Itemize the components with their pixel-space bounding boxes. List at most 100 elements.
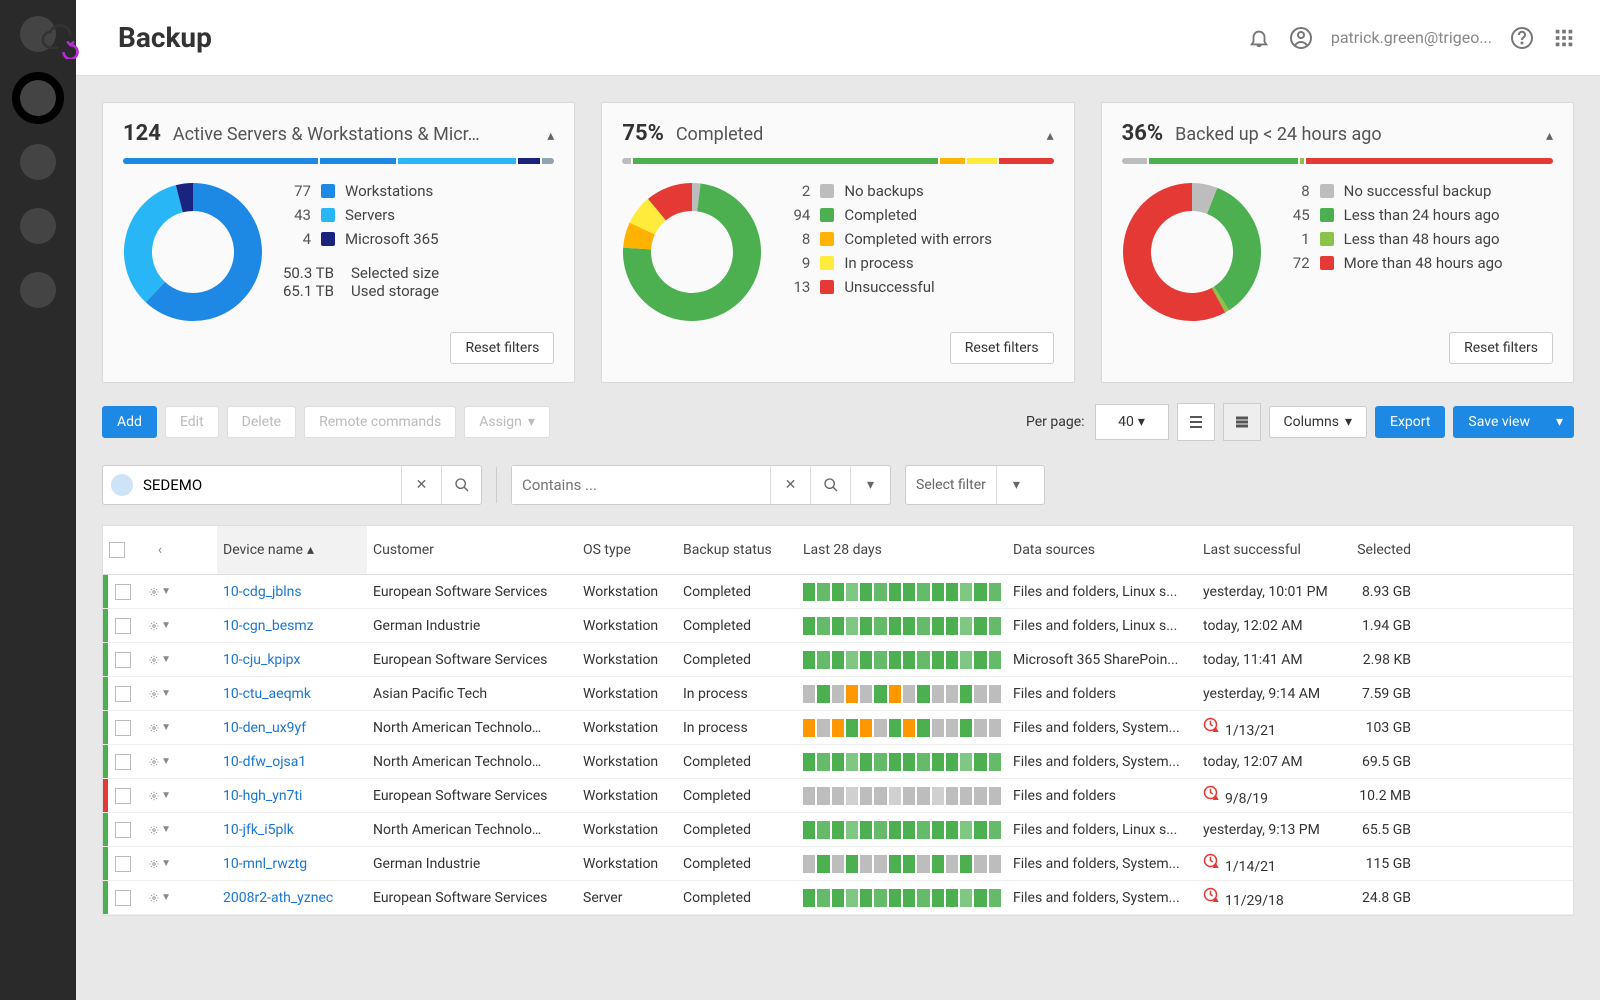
edit-button[interactable]: Edit (165, 406, 219, 438)
stale-backup-icon (1203, 853, 1221, 871)
table-row[interactable]: ▼ 10-cgn_besmz German Industrie Workstat… (103, 609, 1573, 643)
table-row[interactable]: ▼ 10-cdg_jblns European Software Service… (103, 575, 1573, 609)
row-actions-menu[interactable]: ▼ (143, 891, 177, 905)
delete-button[interactable]: Delete (227, 406, 296, 438)
remote-commands-button[interactable]: Remote commands (304, 406, 456, 438)
row-actions-menu[interactable]: ▼ (143, 755, 177, 769)
user-email[interactable]: patrick.green@trigeo... (1331, 28, 1492, 47)
row-checkbox[interactable] (115, 720, 131, 736)
col-os-type[interactable]: OS type (577, 542, 677, 558)
collapse-icon[interactable]: ▴ (1047, 128, 1054, 144)
row-checkbox[interactable] (115, 788, 131, 804)
row-checkbox[interactable] (115, 754, 131, 770)
row-checkbox[interactable] (115, 686, 131, 702)
device-name-link[interactable]: 10-hgh_yn7ti (217, 788, 367, 804)
col-backup-status[interactable]: Backup status (677, 542, 797, 558)
save-view-dropdown[interactable]: ▾ (1545, 406, 1574, 438)
card-legend: 2No backups94Completed8Completed with er… (782, 182, 992, 322)
contains-filter-input[interactable] (512, 466, 770, 504)
select-all-checkbox[interactable] (109, 542, 125, 558)
chevron-down-icon[interactable]: ▾ (850, 466, 890, 504)
density-comfortable-button[interactable] (1223, 403, 1261, 441)
select-filter[interactable]: Select filter ▾ (905, 465, 1045, 505)
device-name-link[interactable]: 10-dfw_ojsa1 (217, 754, 367, 770)
row-actions-menu[interactable]: ▼ (143, 687, 177, 701)
selected-size-cell: 69.5 GB (1337, 754, 1417, 770)
user-avatar-icon[interactable] (1289, 26, 1313, 50)
table-row[interactable]: ▼ 10-ctu_aeqmk Asian Pacific Tech Workst… (103, 677, 1573, 711)
collapse-icon[interactable]: ▴ (1546, 128, 1553, 144)
search-icon[interactable] (441, 466, 481, 504)
customer-filter-input[interactable] (133, 466, 401, 504)
table-row[interactable]: ▼ 10-dfw_ojsa1 North American Technolo… … (103, 745, 1573, 779)
row-actions-menu[interactable]: ▼ (143, 585, 177, 599)
export-button[interactable]: Export (1375, 406, 1445, 438)
collapse-icon[interactable]: ▴ (547, 128, 554, 144)
col-last-successful[interactable]: Last successful (1197, 542, 1337, 558)
help-icon[interactable] (1510, 26, 1534, 50)
nav-item-5[interactable] (20, 272, 56, 308)
nav-item-2[interactable] (20, 80, 56, 116)
card-title: Backed up < 24 hours ago (1175, 124, 1534, 145)
row-checkbox[interactable] (115, 856, 131, 872)
row-actions-menu[interactable]: ▼ (143, 823, 177, 837)
row-checkbox[interactable] (115, 652, 131, 668)
device-name-link[interactable]: 10-cju_kpipx (217, 652, 367, 668)
clear-icon[interactable]: ✕ (401, 466, 441, 504)
table-row[interactable]: ▼ 10-hgh_yn7ti European Software Service… (103, 779, 1573, 813)
device-name-link[interactable]: 10-ctu_aeqmk (217, 686, 367, 702)
col-data-sources[interactable]: Data sources (1007, 542, 1197, 558)
chevron-down-icon[interactable]: ▾ (996, 466, 1036, 504)
reset-filters-button[interactable]: Reset filters (950, 332, 1054, 364)
customer-cell: European Software Services (367, 890, 577, 906)
customer-cell: European Software Services (367, 788, 577, 804)
col-last-28-days[interactable]: Last 28 days (797, 542, 1007, 558)
row-actions-menu[interactable]: ▼ (143, 619, 177, 633)
selected-size-cell: 65.5 GB (1337, 822, 1417, 838)
stale-backup-icon (1203, 785, 1221, 803)
col-device-name[interactable]: Device name ▴ (217, 526, 367, 574)
save-view-button[interactable]: Save view (1453, 406, 1545, 438)
device-name-link[interactable]: 10-jfk_i5plk (217, 822, 367, 838)
row-actions-menu[interactable]: ▼ (143, 721, 177, 735)
search-icon[interactable] (810, 466, 850, 504)
device-name-link[interactable]: 10-mnl_rwztg (217, 856, 367, 872)
nav-item-3[interactable] (20, 144, 56, 180)
os-type-cell: Workstation (577, 618, 677, 634)
stale-backup-icon (1203, 887, 1221, 905)
last-successful-cell: 11/29/18 (1197, 887, 1337, 909)
bell-icon[interactable] (1247, 26, 1271, 50)
table-row[interactable]: ▼ 10-cju_kpipx European Software Service… (103, 643, 1573, 677)
clear-icon[interactable]: ✕ (770, 466, 810, 504)
density-compact-button[interactable] (1177, 403, 1215, 441)
table-row[interactable]: ▼ 10-mnl_rwztg German Industrie Workstat… (103, 847, 1573, 881)
device-name-link[interactable]: 10-cdg_jblns (217, 584, 367, 600)
table-row[interactable]: ▼ 10-jfk_i5plk North American Technolo… … (103, 813, 1573, 847)
row-checkbox[interactable] (115, 584, 131, 600)
card-progress-bar (622, 158, 1053, 164)
device-name-link[interactable]: 10-den_ux9yf (217, 720, 367, 736)
device-name-link[interactable]: 2008r2-ath_yznec (217, 890, 367, 906)
row-checkbox[interactable] (115, 890, 131, 906)
reset-filters-button[interactable]: Reset filters (450, 332, 554, 364)
row-actions-menu[interactable]: ▼ (143, 653, 177, 667)
prev-column-icon[interactable]: ‹ (143, 542, 177, 558)
row-actions-menu[interactable]: ▼ (143, 857, 177, 871)
add-button[interactable]: Add (102, 406, 157, 438)
per-page-select[interactable]: 40▾ (1095, 404, 1169, 440)
backup-status-cell: Completed (677, 754, 797, 770)
col-customer[interactable]: Customer (367, 542, 577, 558)
row-checkbox[interactable] (115, 618, 131, 634)
col-selected[interactable]: Selected (1337, 542, 1417, 558)
device-name-link[interactable]: 10-cgn_besmz (217, 618, 367, 634)
row-actions-menu[interactable]: ▼ (143, 789, 177, 803)
apps-grid-icon[interactable] (1552, 26, 1576, 50)
table-row[interactable]: ▼ 10-den_ux9yf North American Technolo… … (103, 711, 1573, 745)
table-row[interactable]: ▼ 2008r2-ath_yznec European Software Ser… (103, 881, 1573, 915)
os-type-cell: Workstation (577, 788, 677, 804)
row-checkbox[interactable] (115, 822, 131, 838)
nav-item-4[interactable] (20, 208, 56, 244)
reset-filters-button[interactable]: Reset filters (1449, 332, 1553, 364)
assign-button[interactable]: Assign ▾ (464, 406, 550, 438)
columns-button[interactable]: Columns ▾ (1269, 406, 1367, 438)
